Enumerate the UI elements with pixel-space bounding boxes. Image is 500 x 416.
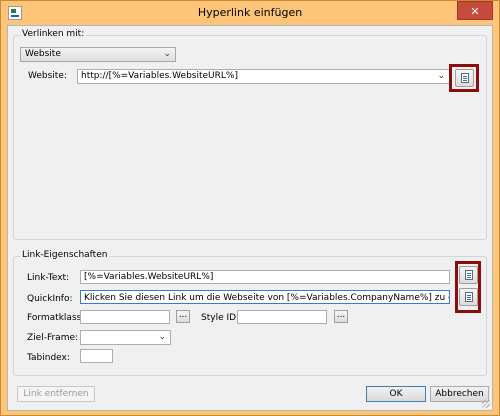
close-button[interactable]: ✕ — [457, 1, 493, 20]
website-picker-button[interactable] — [455, 69, 474, 87]
link-with-group: Verlinken mit: — [13, 29, 487, 240]
dialog-body: Verlinken mit: Website ⌄ Website: http:/… — [7, 25, 493, 411]
chevron-down-icon: ⌄ — [163, 49, 171, 59]
style-id-input[interactable] — [237, 310, 327, 324]
link-type-value: Website — [25, 49, 61, 59]
website-url-value: http://[%=Variables.WebsiteURL%] — [81, 71, 238, 81]
link-properties-group-label: Link-Eigenschaften — [20, 250, 110, 260]
document-picker-icon — [465, 292, 473, 302]
quickinfo-input[interactable]: Klicken Sie diesen Link um die Webseite … — [80, 290, 450, 304]
tabindex-label: Tabindex: — [27, 353, 70, 363]
target-frame-label: Ziel-Frame: — [27, 333, 79, 343]
cancel-button[interactable]: Abbrechen — [430, 386, 489, 402]
style-id-browse-button[interactable]: ... — [334, 310, 348, 323]
remove-link-button[interactable]: Link entfernen — [17, 386, 95, 402]
quickinfo-label: QuickInfo: — [27, 294, 73, 304]
website-label: Website: — [28, 71, 67, 81]
format-class-input[interactable] — [80, 310, 170, 324]
quickinfo-picker-button[interactable] — [459, 288, 478, 306]
window-title: Hyperlink einfügen — [197, 6, 303, 19]
link-type-select[interactable]: Website ⌄ — [20, 47, 176, 62]
link-text-value: [%=Variables.WebsiteURL%] — [84, 272, 214, 282]
document-picker-icon — [461, 73, 469, 83]
style-id-label: Style ID: — [201, 313, 240, 323]
target-frame-select[interactable]: ⌄ — [80, 330, 171, 345]
chevron-down-icon[interactable]: ⌄ — [437, 71, 445, 81]
chevron-down-icon: ⌄ — [158, 332, 166, 342]
link-text-picker-button[interactable] — [459, 266, 478, 284]
title-bar[interactable]: Hyperlink einfügen ✕ — [1, 1, 499, 25]
link-text-label: Link-Text: — [27, 273, 70, 283]
format-class-browse-button[interactable]: ... — [176, 310, 190, 323]
quickinfo-value: Klicken Sie diesen Link um die Webseite … — [84, 293, 450, 303]
tabindex-input[interactable] — [80, 349, 113, 363]
dialog-window: Hyperlink einfügen ✕ Verlinken mit: Webs… — [0, 0, 500, 416]
resize-grip[interactable] — [482, 400, 490, 408]
link-with-group-label: Verlinken mit: — [20, 29, 87, 39]
ok-button[interactable]: OK — [366, 386, 426, 402]
website-url-input[interactable]: http://[%=Variables.WebsiteURL%] ⌄ — [77, 69, 450, 84]
document-picker-icon — [465, 270, 473, 280]
link-text-input[interactable]: [%=Variables.WebsiteURL%] — [80, 270, 450, 284]
